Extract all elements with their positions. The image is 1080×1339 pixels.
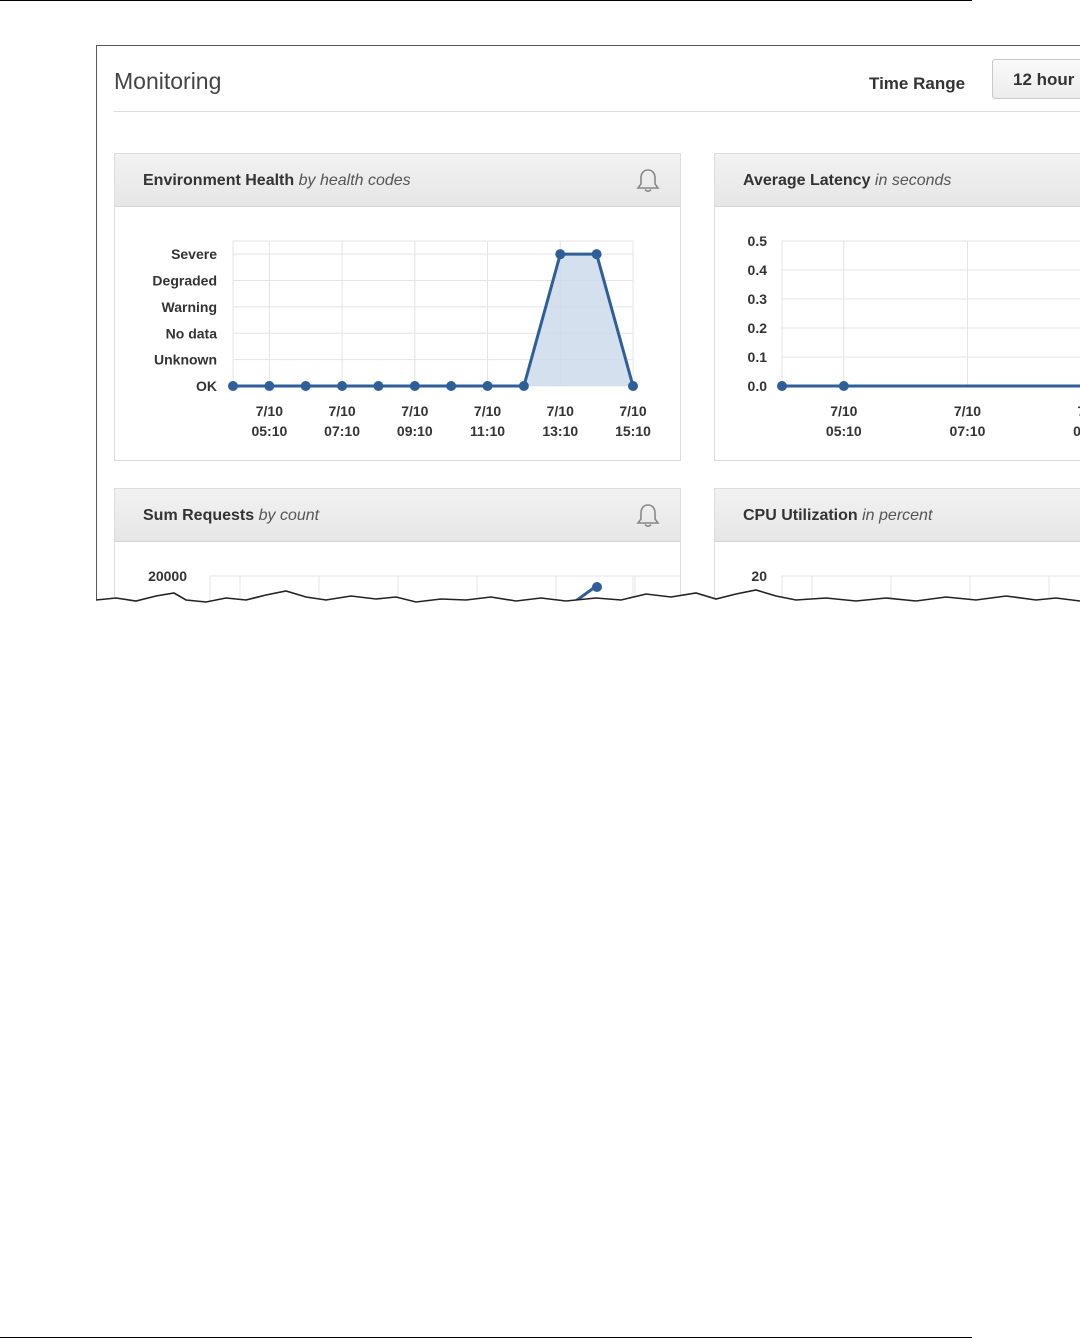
time-range-label: Time Range: [869, 74, 966, 93]
y-tick-label: 0.5: [748, 233, 768, 249]
y-tick-label: 0.0: [748, 378, 768, 394]
y-tick-label: Severe: [171, 246, 217, 262]
page-bottom-rule: [0, 1337, 972, 1338]
x-tick-label: 7/10: [830, 403, 857, 419]
panel-title: Environment Health by health codes: [143, 172, 411, 189]
y-tick-label: Unknown: [154, 352, 217, 368]
panel-header: Sum Requests by count: [115, 489, 680, 542]
y-tick-label: No data: [166, 325, 218, 341]
y-tick-label: 0.4: [748, 262, 768, 278]
panel-header: Environment Health by health codes: [115, 154, 680, 207]
panel-header: CPU Utilization in percent: [715, 489, 1080, 542]
y-tick-label: OK: [196, 378, 217, 394]
data-point: [518, 381, 529, 391]
data-point: [337, 381, 348, 391]
panel-title: CPU Utilization in percent: [743, 507, 933, 524]
torn-edge: [96, 589, 1080, 630]
y-tick-label: Degraded: [152, 273, 217, 289]
environment-health-chart: OK Unknown No data Warning Degraded Severe 7/1…: [152, 240, 651, 439]
x-tick-label: 7/10: [328, 403, 355, 419]
data-point: [300, 381, 311, 391]
y-tick-label: Warning: [162, 299, 217, 315]
page-title: Monitoring: [114, 68, 222, 94]
plot-area: [781, 240, 1080, 387]
data-point: [409, 381, 420, 391]
panel-subtitle: by count: [258, 507, 320, 524]
x-tick-label: 05:10: [251, 423, 287, 439]
panel-header: Average Latency in seconds: [715, 154, 1080, 207]
panel-subtitle: in percent: [862, 507, 933, 524]
panel-subtitle: by health codes: [298, 172, 411, 189]
data-point: [264, 381, 275, 391]
series-area: [233, 254, 633, 386]
x-tick-label: 7/10: [401, 403, 428, 419]
screenshot-crop: Monitoring Time Range 12 hour Environmen…: [96, 45, 1080, 620]
data-point: [228, 381, 238, 391]
x-tick-label: 15:10: [615, 423, 651, 439]
page-top-rule: [0, 0, 972, 1]
x-tick-label: 09:10: [1073, 423, 1080, 439]
x-tick-label: 7/10: [256, 403, 283, 419]
x-tick-label: 7/10: [619, 403, 646, 419]
x-tick-label: 07:10: [950, 423, 986, 439]
y-tick-label: 0.1: [748, 349, 768, 365]
panel-environment-health: Environment Health by health codes OK Unk…: [114, 153, 681, 461]
data-point: [482, 381, 493, 391]
data-point: [628, 381, 638, 391]
x-tick-label: 13:10: [542, 423, 578, 439]
data-point: [555, 249, 566, 260]
data-point: [777, 381, 787, 391]
y-tick-label: 0.2: [748, 320, 768, 336]
panel-subtitle: in seconds: [874, 172, 952, 189]
x-tick-label: 7/10: [547, 403, 574, 419]
data-point: [591, 249, 602, 260]
panel-average-latency: Average Latency in seconds 0.0 0.1 0.2 0.3 0…: [714, 153, 1080, 461]
panel-title: Sum Requests by count: [143, 507, 320, 524]
bell-icon[interactable]: [636, 503, 660, 529]
y-tick-label: 0.3: [748, 291, 768, 307]
average-latency-chart: 0.00.10.20.30.40.57/1005:107/1007:107/10…: [748, 233, 1080, 439]
bell-icon[interactable]: [636, 168, 660, 194]
panel-title: Average Latency in seconds: [743, 172, 952, 189]
x-tick-label: 11:10: [470, 423, 505, 439]
x-tick-label: 7/10: [474, 403, 501, 419]
x-tick-label: 7/10: [954, 403, 981, 419]
header-divider: [114, 111, 1080, 112]
x-tick-label: 09:10: [397, 423, 433, 439]
data-point: [373, 381, 384, 391]
monitoring-page: Monitoring Time Range 12 hour Environmen…: [96, 45, 1080, 620]
x-tick-label: 05:10: [826, 423, 862, 439]
data-point: [446, 381, 457, 391]
time-range-select[interactable]: 12 hour: [992, 59, 1080, 99]
x-tick-label: 07:10: [324, 423, 360, 439]
data-point: [838, 381, 849, 391]
